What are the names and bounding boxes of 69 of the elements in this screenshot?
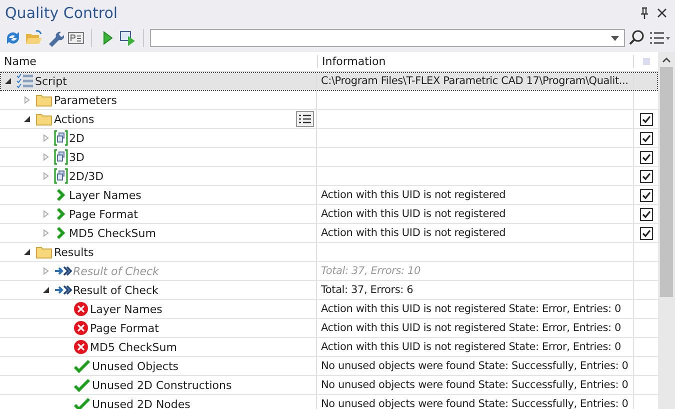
run-step-icon[interactable]: [118, 29, 137, 47]
tree-item-label[interactable]: Layer Names: [69, 188, 142, 202]
folder-icon: [35, 244, 53, 260]
tree-item-label[interactable]: Result of Check: [73, 284, 158, 296]
tree-item-label[interactable]: 3D: [69, 150, 84, 164]
tree-item-label[interactable]: MD5 CheckSum: [90, 340, 177, 354]
tree-item-label[interactable]: 2D: [69, 132, 84, 144]
info-cell: C:\Program Files\T-FLEX Parametric CAD 17\Program\Qualit...: [321, 75, 628, 87]
collapse-arrow-icon[interactable]: [42, 286, 50, 294]
tree-item-label[interactable]: Parameters: [54, 94, 117, 106]
tree-item-label[interactable]: 2D/3D: [69, 170, 104, 182]
checklist-icon: [16, 73, 34, 89]
checkbox[interactable]: [640, 150, 652, 164]
info-cell: No unused objects were found State: Successfully, Entries: 0: [321, 360, 628, 372]
checkmark-icon: [73, 396, 91, 409]
tree-item-label[interactable]: Unused 2D Constructions: [92, 378, 232, 392]
column-header[interactable]: Information: [318, 55, 634, 68]
info-cell: No unused objects were found State: Successfully, Entries: 0: [321, 398, 628, 409]
search-icon[interactable]: [628, 29, 646, 47]
collapse-arrow-icon[interactable]: [4, 77, 12, 85]
pin-icon[interactable]: [640, 7, 649, 19]
tree-item-label[interactable]: Layer Names: [90, 302, 162, 316]
tree-item-label[interactable]: Unused Objects: [92, 360, 179, 372]
collapse-arrow-icon[interactable]: [23, 115, 31, 123]
info-cell: Total: 37, Errors: 6: [321, 284, 414, 296]
checkbox[interactable]: [640, 208, 652, 220]
vertical-scrollbar[interactable]: [658, 52, 675, 409]
info-cell: Action with this UID is not registered State: Error, Entries: 0: [321, 322, 621, 334]
tree-item-label[interactable]: Unused 2D Nodes: [92, 398, 190, 409]
info-cell: Action with this UID is not registered: [321, 227, 506, 239]
open-folder-icon[interactable]: [24, 29, 43, 47]
checkbox[interactable]: [640, 132, 652, 144]
checkmark-icon: [73, 377, 91, 393]
search-combo-field[interactable]: [150, 29, 626, 47]
checkbox[interactable]: [640, 226, 652, 240]
tree-item-label[interactable]: Page Format: [90, 322, 159, 334]
chevron-icon: [54, 206, 68, 222]
info-cell: Total: 37, Errors: 10: [321, 265, 420, 277]
scroll-up-icon[interactable]: [662, 57, 671, 63]
list-menu-icon[interactable]: [649, 31, 671, 45]
chevron-icon: [54, 225, 68, 241]
checkbox-header-icon: [642, 58, 650, 65]
checkbox[interactable]: [640, 188, 652, 202]
collapse-arrow-icon[interactable]: [23, 248, 31, 256]
panel-title: Quality Control: [5, 4, 118, 22]
column-header[interactable]: Name: [0, 55, 318, 68]
info-cell: Action with this UID is not registered: [321, 208, 506, 220]
properties-icon[interactable]: [66, 29, 85, 47]
tree-item-label[interactable]: Script: [35, 74, 67, 88]
list-icon: [299, 114, 311, 124]
dropdown-caret-icon[interactable]: [611, 36, 620, 40]
tree-item-label[interactable]: Results: [54, 246, 94, 258]
info-cell: No unused objects were found State: Successfully, Entries: 0: [321, 379, 628, 391]
error-icon: [73, 301, 89, 317]
checkbox[interactable]: [640, 170, 652, 182]
info-cell: Action with this UID is not registered State: Error, Entries: 0: [321, 303, 621, 315]
checkmark-icon: [73, 358, 91, 374]
tree-item-label[interactable]: Page Format: [69, 208, 138, 220]
tree-item-label[interactable]: MD5 CheckSum: [69, 226, 156, 240]
chevron-icon: [54, 187, 68, 203]
error-icon: [73, 320, 89, 336]
list-options-button[interactable]: [296, 111, 314, 127]
close-icon[interactable]: [657, 8, 667, 18]
info-cell: Action with this UID is not registered: [321, 189, 506, 201]
info-cell: Action with this UID is not registered State: Error, Entries: 0: [321, 341, 621, 353]
tree-item-label[interactable]: Actions: [54, 112, 94, 126]
error-icon: [73, 339, 89, 355]
checkbox[interactable]: [640, 112, 652, 126]
folder-icon: [35, 111, 53, 127]
